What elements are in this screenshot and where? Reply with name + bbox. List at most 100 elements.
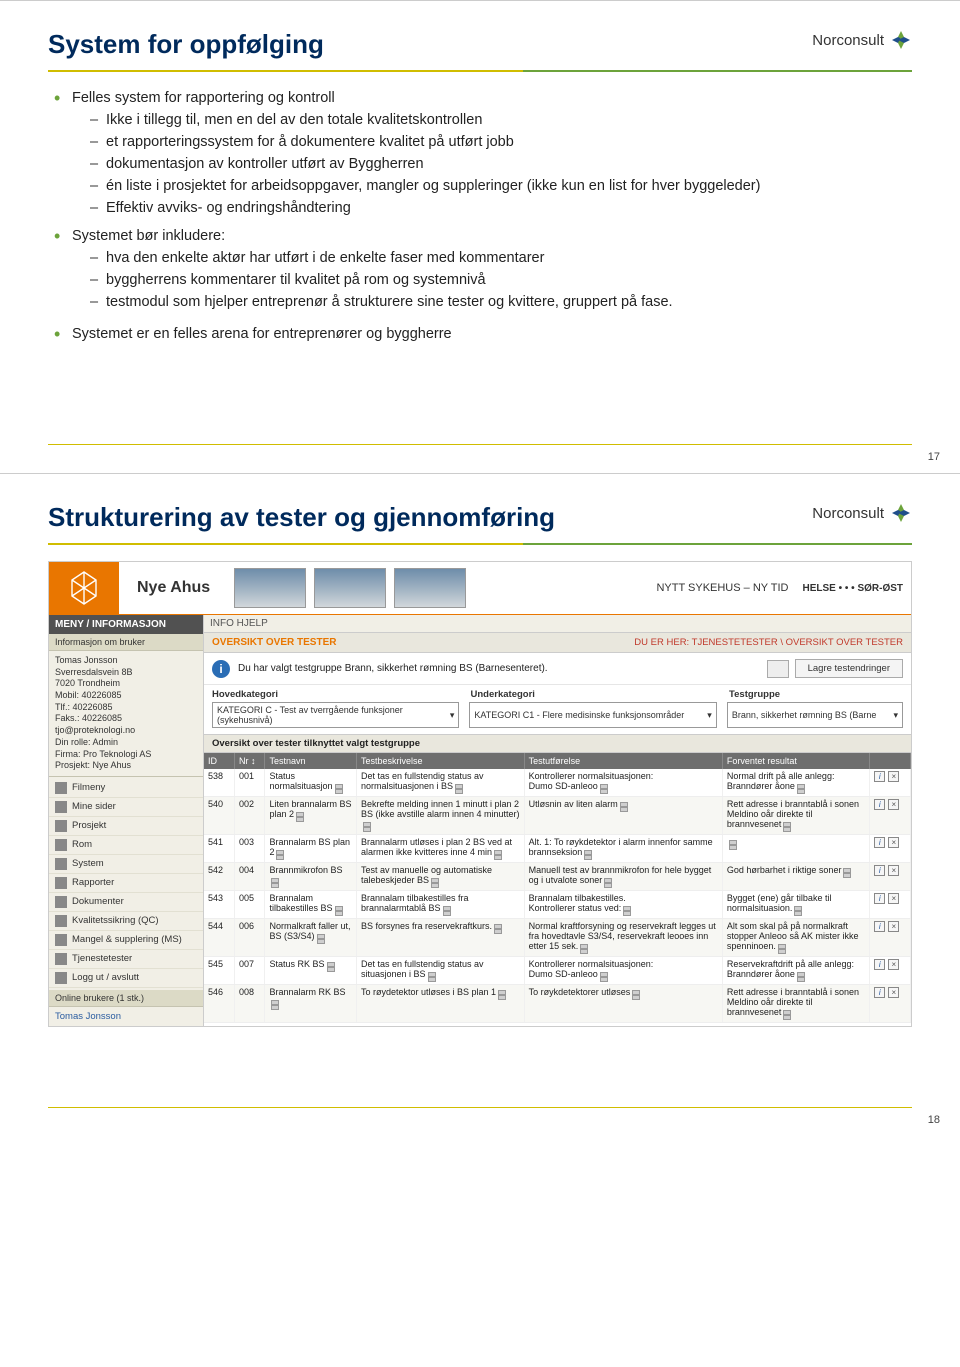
info-icon: i	[212, 660, 230, 678]
stepper-icon[interactable]	[271, 878, 279, 888]
stepper-icon[interactable]	[443, 906, 451, 916]
user-info: Tomas Jonsson Sverresdalsvein 8B 7020 Tr…	[49, 651, 203, 777]
header-thumb	[394, 568, 466, 608]
tab-row[interactable]: INFO HJELP	[204, 615, 911, 633]
col-id[interactable]: ID	[204, 753, 234, 769]
save-icon[interactable]	[767, 660, 789, 678]
stepper-icon[interactable]	[783, 822, 791, 832]
sidebar-item[interactable]: Mangel & supplering (MS)	[49, 931, 203, 950]
stepper-icon[interactable]	[455, 784, 463, 794]
stepper-icon[interactable]	[623, 906, 631, 916]
stepper-icon[interactable]	[783, 1010, 791, 1020]
cell-actions: i×	[870, 919, 911, 957]
sidebar-item[interactable]: Tjenestetester	[49, 950, 203, 969]
motto: NYTT SYKEHUS – NY TID	[656, 582, 794, 594]
cell-actions: i×	[870, 891, 911, 919]
cell-desc: To røydetektor utløses i BS plan 1	[356, 985, 524, 1023]
stepper-icon[interactable]	[794, 906, 802, 916]
stepper-icon[interactable]	[494, 850, 502, 860]
stepper-icon[interactable]	[431, 878, 439, 888]
sidebar-item[interactable]: Filmeny	[49, 779, 203, 798]
cell-exec: Brannalam tilbakestilles. Kontrollerer s…	[524, 891, 722, 919]
nav-icon	[55, 839, 67, 851]
cell-nr: 002	[234, 797, 264, 835]
stepper-icon[interactable]	[600, 972, 608, 982]
stepper-icon[interactable]	[327, 962, 335, 972]
delete-action-icon[interactable]: ×	[888, 987, 899, 998]
stepper-icon[interactable]	[335, 784, 343, 794]
sidebar-item[interactable]: Prosjekt	[49, 817, 203, 836]
info-action-icon[interactable]: i	[874, 959, 885, 970]
stepper-icon[interactable]	[276, 850, 284, 860]
col-actions	[870, 753, 911, 769]
category-selects: KATEGORI C - Test av tverrgående funksjo…	[204, 702, 911, 734]
col-nr[interactable]: Nr ↕	[234, 753, 264, 769]
cell-res: Alt som skal på på normalkraft stopper A…	[722, 919, 869, 957]
info-action-icon[interactable]: i	[874, 865, 885, 876]
sidebar-item-label: Prosjekt	[72, 820, 106, 831]
info-action-icon[interactable]: i	[874, 921, 885, 932]
stepper-icon[interactable]	[620, 802, 628, 812]
stepper-icon[interactable]	[729, 840, 737, 850]
save-button[interactable]: Lagre testendringer	[795, 659, 903, 678]
select-hovedkategori[interactable]: KATEGORI C - Test av tverrgående funksjo…	[212, 702, 459, 728]
stepper-icon[interactable]	[580, 944, 588, 954]
stepper-icon[interactable]	[797, 972, 805, 982]
sidebar-item[interactable]: Mine sider	[49, 798, 203, 817]
stepper-icon[interactable]	[498, 990, 506, 1000]
stepper-icon[interactable]	[363, 822, 371, 832]
sidebar-item[interactable]: Logg ut / avslutt	[49, 969, 203, 988]
sidebar-item-label: Dokumenter	[72, 896, 124, 907]
stepper-icon[interactable]	[604, 878, 612, 888]
stepper-icon[interactable]	[584, 850, 592, 860]
stepper-icon[interactable]	[600, 784, 608, 794]
info-action-icon[interactable]: i	[874, 837, 885, 848]
select-testgruppe[interactable]: Brann, sikkerhet rømning BS (Barne▾	[727, 702, 903, 728]
delete-action-icon[interactable]: ×	[888, 959, 899, 970]
info-action-icon[interactable]: i	[874, 893, 885, 904]
col-name[interactable]: Testnavn	[265, 753, 356, 769]
info-action-icon[interactable]: i	[874, 799, 885, 810]
logo-text: Norconsult	[812, 32, 884, 49]
cell-name: Status normalsituasjon	[265, 769, 356, 797]
stepper-icon[interactable]	[317, 934, 325, 944]
stepper-icon[interactable]	[778, 944, 786, 954]
stepper-icon[interactable]	[335, 906, 343, 916]
stepper-icon[interactable]	[428, 972, 436, 982]
col-exec[interactable]: Testutførelse	[524, 753, 722, 769]
cell-actions: i×	[870, 957, 911, 985]
info-action-icon[interactable]: i	[874, 771, 885, 782]
sidebar-item[interactable]: Rapporter	[49, 874, 203, 893]
delete-action-icon[interactable]: ×	[888, 893, 899, 904]
stepper-icon[interactable]	[494, 924, 502, 934]
sidebar-item[interactable]: System	[49, 855, 203, 874]
section-head: OVERSIKT OVER TESTER DU ER HER: TJENESTE…	[204, 633, 911, 653]
stepper-icon[interactable]	[296, 812, 304, 822]
delete-action-icon[interactable]: ×	[888, 865, 899, 876]
sub-item: –testmodul som hjelper entreprenør å str…	[90, 292, 908, 312]
nav-icon	[55, 820, 67, 832]
stepper-icon[interactable]	[797, 784, 805, 794]
sidebar-item[interactable]: Rom	[49, 836, 203, 855]
delete-action-icon[interactable]: ×	[888, 837, 899, 848]
app-title: Nye Ahus	[127, 577, 226, 599]
delete-action-icon[interactable]: ×	[888, 921, 899, 932]
info-action-icon[interactable]: i	[874, 987, 885, 998]
stepper-icon[interactable]	[843, 868, 851, 878]
section-title: OVERSIKT OVER TESTER	[212, 637, 336, 648]
stepper-icon[interactable]	[271, 1000, 279, 1010]
delete-action-icon[interactable]: ×	[888, 799, 899, 810]
stepper-icon[interactable]	[632, 990, 640, 1000]
col-desc[interactable]: Testbeskrivelse	[356, 753, 524, 769]
select-underkategori[interactable]: KATEGORI C1 - Flere medisinske funksjons…	[469, 702, 716, 728]
sidebar-head: MENY / INFORMASJON	[49, 615, 203, 634]
cell-name: Liten brannalarm BS plan 2	[265, 797, 356, 835]
sidebar-item[interactable]: Dokumenter	[49, 893, 203, 912]
col-res[interactable]: Forventet resultat	[722, 753, 869, 769]
cell-actions: i×	[870, 797, 911, 835]
sidebar-item[interactable]: Kvalitetssikring (QC)	[49, 912, 203, 931]
cell-actions: i×	[870, 769, 911, 797]
sub-item: –byggherrens kommentarer til kvalitet på…	[90, 270, 908, 290]
logo-icon	[890, 502, 912, 524]
delete-action-icon[interactable]: ×	[888, 771, 899, 782]
